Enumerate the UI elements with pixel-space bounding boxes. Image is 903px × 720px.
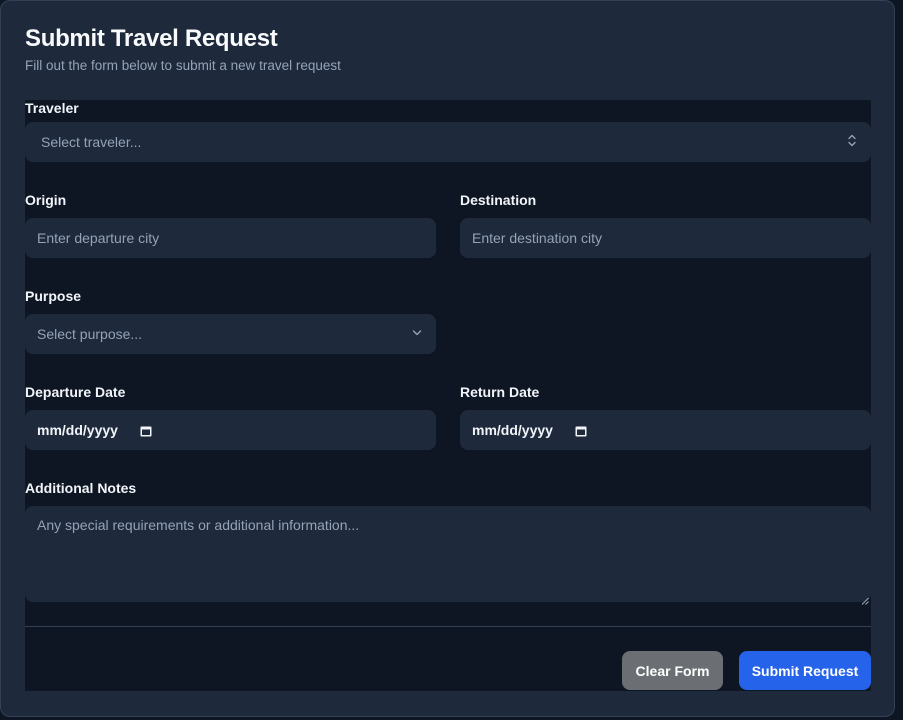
chevron-down-icon — [412, 329, 422, 340]
travel-request-form: Traveler Select traveler... Origin Enter… — [25, 100, 871, 691]
traveler-label: Traveler — [25, 100, 79, 116]
return-date-input[interactable]: mm/dd/yyyy — [460, 410, 871, 450]
origin-label: Origin — [25, 192, 67, 208]
return-date-label: Return Date — [460, 384, 540, 400]
clear-form-button[interactable]: Clear Form — [622, 651, 723, 690]
origin-placeholder: Enter departure city — [37, 230, 160, 246]
destination-input[interactable]: Enter destination city — [460, 218, 871, 258]
page-title: Submit Travel Request — [25, 25, 278, 52]
travel-request-card: Submit Travel Request Fill out the form … — [0, 0, 895, 717]
submit-request-button[interactable]: Submit Request — [739, 651, 871, 690]
calendar-icon[interactable] — [575, 424, 587, 437]
page-subtitle: Fill out the form below to submit a new … — [25, 58, 341, 73]
traveler-placeholder: Select traveler... — [41, 134, 142, 150]
destination-label: Destination — [460, 192, 537, 208]
departure-date-value: mm/dd/yyyy — [37, 422, 118, 438]
departure-date-input[interactable]: mm/dd/yyyy — [25, 410, 436, 450]
calendar-icon[interactable] — [140, 424, 152, 437]
notes-placeholder: Any special requirements or additional i… — [37, 517, 360, 533]
destination-placeholder: Enter destination city — [472, 230, 602, 246]
purpose-label: Purpose — [25, 288, 82, 304]
purpose-select[interactable]: Select purpose... — [25, 314, 436, 354]
form-divider — [25, 626, 871, 627]
notes-label: Additional Notes — [25, 480, 137, 496]
return-date-value: mm/dd/yyyy — [472, 422, 553, 438]
departure-date-label: Departure Date — [25, 384, 126, 400]
traveler-select[interactable]: Select traveler... — [25, 122, 871, 162]
chevron-up-down-icon — [847, 134, 857, 151]
origin-input[interactable]: Enter departure city — [25, 218, 436, 258]
notes-textarea[interactable]: Any special requirements or additional i… — [25, 506, 871, 605]
resize-handle-icon[interactable] — [861, 592, 869, 605]
purpose-placeholder: Select purpose... — [37, 326, 143, 342]
